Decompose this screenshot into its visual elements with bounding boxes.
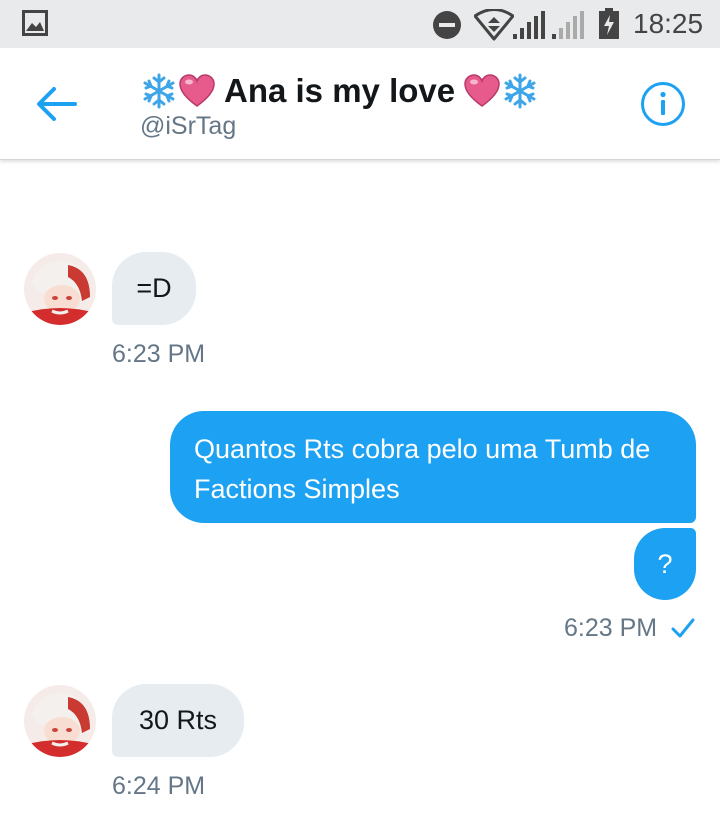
message-text: ? bbox=[657, 548, 673, 579]
message-text: 30 Rts bbox=[138, 705, 218, 735]
wifi-icon bbox=[474, 9, 514, 41]
signal-icon bbox=[552, 11, 584, 39]
do-not-disturb-icon bbox=[433, 11, 461, 39]
snowflake-icon bbox=[504, 73, 536, 109]
conversation-header: Ana is my love @iSrTag bbox=[0, 48, 720, 160]
clock: 18:25 bbox=[633, 8, 704, 39]
heart-icon bbox=[179, 74, 215, 107]
battery-charging-icon bbox=[599, 8, 619, 39]
snowflake-icon bbox=[143, 73, 175, 109]
avatar[interactable] bbox=[24, 253, 96, 325]
avatar-image bbox=[24, 685, 96, 757]
status-bar: 18:25 bbox=[0, 0, 720, 48]
message-timestamp: 6:23 PM bbox=[564, 614, 658, 642]
message-bubble[interactable]: =D bbox=[112, 252, 196, 325]
message-text: Quantos Rts cobra pelo uma Tumb de Facti… bbox=[194, 434, 651, 504]
message-timestamp: 6:23 PM bbox=[112, 340, 206, 368]
conversation-handle[interactable]: @iSrTag bbox=[140, 112, 236, 141]
avatar[interactable] bbox=[24, 685, 96, 757]
checkmark-icon bbox=[671, 618, 695, 638]
gallery-icon bbox=[22, 10, 48, 36]
message-timestamp: 6:24 PM bbox=[112, 772, 206, 800]
message-text: =D bbox=[136, 273, 172, 303]
message-bubble[interactable]: ? bbox=[634, 528, 696, 600]
signal-icon bbox=[513, 11, 545, 39]
message-bubble[interactable]: 30 Rts bbox=[112, 684, 244, 757]
conversation-name: Ana is my love bbox=[224, 72, 456, 109]
arrow-left-icon[interactable] bbox=[35, 86, 77, 122]
heart-icon bbox=[464, 74, 500, 107]
info-icon[interactable] bbox=[640, 81, 686, 127]
avatar-image bbox=[24, 253, 96, 325]
message-bubble[interactable]: Quantos Rts cobra pelo uma Tumb de Facti… bbox=[170, 411, 696, 523]
conversation-title[interactable]: Ana is my love bbox=[140, 70, 539, 112]
